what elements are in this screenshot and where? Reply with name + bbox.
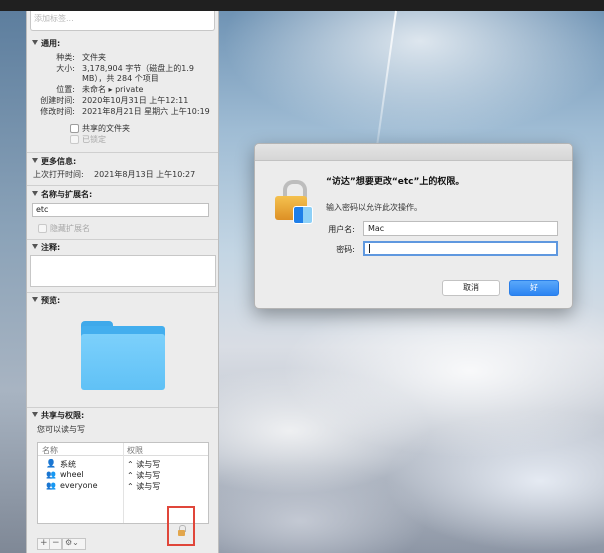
menu-bar <box>0 0 604 11</box>
tags-field[interactable]: 种类: 添加标签... <box>30 11 215 31</box>
group-icon: 👥 <box>46 470 56 479</box>
cancel-button[interactable]: 取消 <box>442 280 500 296</box>
table-row[interactable]: 👤 系统 ⌃ 读与写 <box>38 458 208 469</box>
name-field-value: etc <box>36 205 49 214</box>
where-value: 未命名 ▸ private <box>82 85 144 94</box>
user-icon: 👤 <box>46 459 56 468</box>
modified-value: 2021年8月21日 星期六 上午10:19 <box>82 107 210 116</box>
shared-folder-label: 共享的文件夹 <box>82 124 130 133</box>
table-row[interactable]: 👥 everyone ⌃ 读与写 <box>38 480 208 491</box>
name-extension-section-header[interactable]: 名称与扩展名: <box>32 189 92 200</box>
desktop-left-edge <box>0 11 26 553</box>
text-caret <box>369 244 370 253</box>
folder-front <box>81 334 165 390</box>
group-icon: 👥 <box>46 481 56 490</box>
lock-button[interactable] <box>167 506 195 546</box>
password-field[interactable] <box>363 241 558 256</box>
row-name: everyone <box>60 481 98 490</box>
shared-folder-checkbox[interactable] <box>70 124 79 133</box>
preview-section-header[interactable]: 预览: <box>32 295 60 306</box>
where-label: 位置: <box>56 85 75 94</box>
kind-label: 种类: <box>56 53 75 62</box>
column-header-privilege[interactable]: 权限 <box>127 445 143 456</box>
lock-icon <box>178 530 185 536</box>
last-opened-value: 2021年8月13日 上午10:27 <box>94 170 196 179</box>
comments-section-header[interactable]: 注释: <box>32 242 60 253</box>
hide-extension-label: 隐藏扩展名 <box>50 224 90 233</box>
created-label: 创建时间: <box>40 96 75 105</box>
dialog-message: 输入密码以允许此次操作。 <box>326 203 422 212</box>
row-name: wheel <box>60 470 84 479</box>
password-label: 密码: <box>336 245 355 254</box>
dialog-titlebar <box>255 144 572 161</box>
kind-value: 文件夹 <box>82 53 106 62</box>
sharing-summary: 您可以读与写 <box>37 425 85 434</box>
divider <box>27 185 218 186</box>
table-row[interactable]: 👥 wheel ⌃ 读与写 <box>38 469 208 480</box>
remove-user-button[interactable]: − <box>49 538 62 550</box>
sharing-section-header[interactable]: 共享与权限: <box>32 410 84 421</box>
username-label: 用户名: <box>328 225 355 234</box>
name-field[interactable]: etc <box>32 203 209 217</box>
disclosure-triangle-icon <box>32 158 38 163</box>
general-section-header[interactable]: 通用: <box>32 38 60 49</box>
size-value-line2: MB），共 284 个项目 <box>82 74 159 83</box>
action-menu-button[interactable]: ⚙⌄ <box>62 538 86 550</box>
dialog-title: “访达”想要更改“etc”上的权限。 <box>326 177 465 187</box>
hide-extension-checkbox[interactable] <box>38 224 47 233</box>
locked-checkbox[interactable] <box>70 135 79 144</box>
disclosure-triangle-icon <box>32 191 38 196</box>
get-info-panel: 种类: 添加标签... 通用: 种类: 文件夹 大小: 3,178,904 字节… <box>26 11 219 553</box>
divider <box>27 407 218 408</box>
disclosure-triangle-icon <box>32 297 38 302</box>
username-field[interactable]: Mac <box>363 221 558 236</box>
disclosure-triangle-icon <box>32 244 38 249</box>
divider <box>27 292 218 293</box>
modified-label: 修改时间: <box>40 107 75 116</box>
divider <box>27 152 218 153</box>
authentication-dialog: “访达”想要更改“etc”上的权限。 输入密码以允许此次操作。 用户名: Mac… <box>254 143 573 309</box>
size-label: 大小: <box>56 64 75 73</box>
column-header-name[interactable]: 名称 <box>42 445 58 456</box>
folder-preview-icon <box>81 321 165 391</box>
finder-icon <box>293 206 313 224</box>
divider <box>27 239 218 240</box>
tags-placeholder-text: 添加标签... <box>34 14 74 23</box>
disclosure-triangle-icon <box>32 40 38 45</box>
ok-button[interactable]: 好 <box>509 280 559 296</box>
more-info-section-header[interactable]: 更多信息: <box>32 156 76 167</box>
padlock-finder-icon <box>275 180 313 224</box>
comments-textarea[interactable] <box>30 255 216 287</box>
row-privilege-popup[interactable]: ⌃ 读与写 <box>127 481 160 492</box>
last-opened-label: 上次打开时间: <box>33 170 84 179</box>
locked-label: 已锁定 <box>82 135 106 144</box>
created-value: 2020年10月31日 上午12:11 <box>82 96 189 105</box>
disclosure-triangle-icon <box>32 412 38 417</box>
username-value: Mac <box>368 224 385 233</box>
